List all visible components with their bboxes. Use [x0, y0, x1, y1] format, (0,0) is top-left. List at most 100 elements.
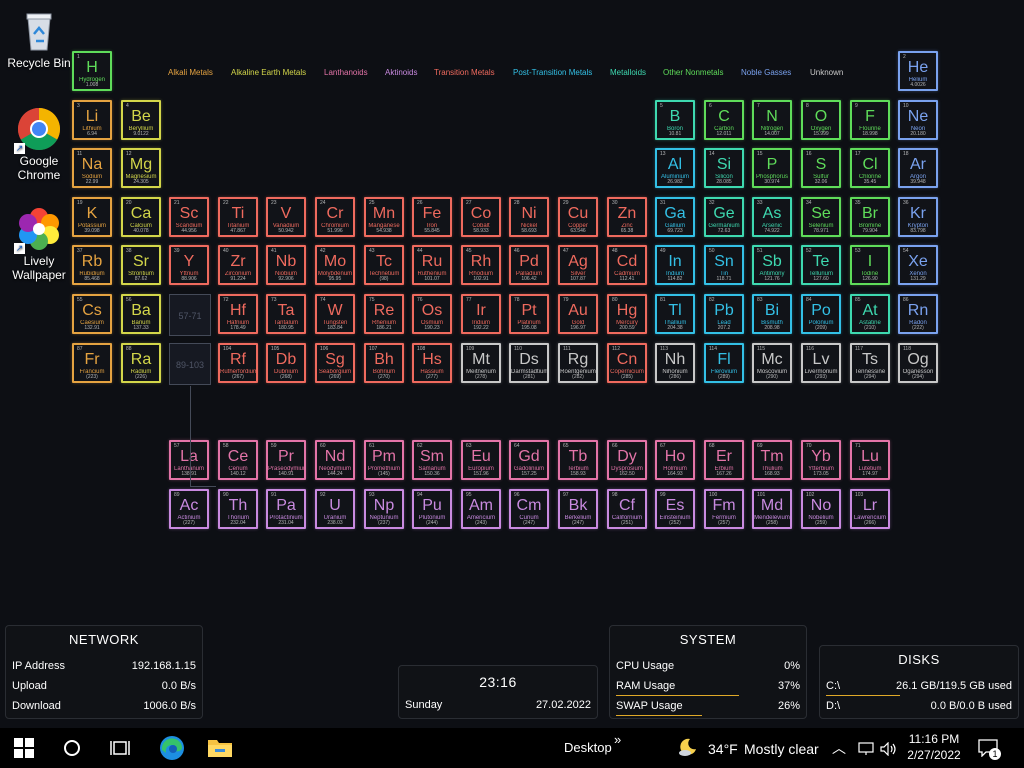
element-tile-p: 15 P Phosphorus 30.974: [752, 148, 792, 188]
toolbar-chevron-icon[interactable]: »: [614, 732, 621, 747]
element-mass: 167.26: [716, 471, 732, 477]
element-symbol: Pu: [422, 497, 442, 514]
element-tile-sm: 62 Sm Samarium 150.36: [412, 440, 452, 480]
notification-center-button[interactable]: 1: [970, 728, 1010, 768]
element-tile-re: 75 Re Rhenium 186.21: [364, 294, 404, 334]
desktop-toolbar-label[interactable]: Desktop: [564, 740, 612, 755]
recycle-bin-icon: [16, 8, 62, 54]
element-mass: 112.41: [619, 276, 635, 282]
element-mass: (145): [378, 471, 390, 477]
disk-c-usage-bar: [826, 695, 900, 696]
taskbar: Desktop » 34°F Mostly clear ︿ 11:16 PM 2…: [0, 728, 1024, 768]
element-tile-ag: 47 Ag Silver 107.87: [558, 245, 598, 285]
element-symbol: Hg: [616, 302, 638, 319]
element-symbol: Tc: [376, 253, 392, 270]
element-tile-te: 52 Te Tellurium 127.60: [801, 245, 841, 285]
element-symbol: Md: [760, 497, 784, 514]
disks-panel: DISKS C:\ 26.1 GB/119.5 GB used D:\ 0.0 …: [819, 645, 1019, 719]
element-symbol: N: [766, 108, 778, 125]
desktop-icon-label: Google Chrome: [17, 154, 61, 182]
element-tile-xe: 54 Xe Xenon 131.29: [898, 245, 938, 285]
element-symbol: Cf: [619, 497, 635, 514]
element-symbol: Pt: [521, 302, 537, 319]
element-symbol: Pr: [278, 448, 294, 465]
element-symbol: Th: [228, 497, 248, 514]
element-tile-cs: 55 Cs Caesium 132.91: [72, 294, 112, 334]
windows-logo-icon: [14, 738, 34, 758]
element-tile-i: 53 I Iodine 126.90: [850, 245, 890, 285]
element-mass: 26.982: [667, 179, 683, 185]
element-tile-li: 3 Li Lithium 6.94: [72, 100, 112, 140]
element-tile-w: 74 W Tungsten 183.84: [315, 294, 355, 334]
element-mass: (98): [379, 276, 389, 282]
element-mass: 158.93: [570, 471, 586, 477]
desktop-icon-lively-wallpaper[interactable]: ↗ Lively Wallpaper: [0, 206, 78, 282]
element-tile-la: 57 La Lanthanum 138.91: [169, 440, 209, 480]
network-status-icon[interactable]: [858, 742, 874, 756]
lively-wallpaper-icon: ↗: [14, 206, 62, 254]
element-tile-b: 5 B Boron 10.81: [655, 100, 695, 140]
element-symbol: Ta: [277, 302, 295, 319]
element-symbol: Be: [131, 108, 151, 125]
network-panel: NETWORK IP Address 192.168.1.15 Upload 0…: [5, 625, 203, 719]
element-tile-h: 1 H Hydrogen 1.008: [72, 51, 112, 91]
element-mass: (268): [280, 374, 292, 380]
show-hidden-icons-chevron-icon[interactable]: ︿: [832, 738, 846, 758]
task-view-button[interactable]: [96, 728, 144, 768]
element-tile-ar: 18 Ar Argon 39.948: [898, 148, 938, 188]
clock-date: 27.02.2022: [535, 699, 591, 711]
element-symbol: Fe: [422, 205, 442, 222]
element-tile-hs: 108 Hs Hassium (277): [412, 343, 452, 383]
system-title: SYSTEM: [679, 632, 737, 647]
element-tile-cn: 112 Cn Copernicium (285): [607, 343, 647, 383]
row-value: 0%: [784, 660, 800, 672]
element-mass: (227): [183, 520, 195, 526]
element-symbol: V: [280, 205, 292, 222]
element-mass: 192.22: [473, 325, 489, 331]
element-symbol: Cd: [616, 253, 638, 270]
element-symbol: Ra: [130, 351, 152, 368]
search-circle-icon: [64, 740, 80, 756]
desktop-icon-recycle-bin[interactable]: Recycle Bin: [0, 8, 78, 70]
desktop-icon-chrome[interactable]: ↗ Google Chrome: [0, 106, 78, 182]
volume-icon[interactable]: [880, 742, 898, 756]
element-symbol: Ti: [231, 205, 245, 222]
element-symbol: Rg: [567, 351, 589, 368]
element-mass: 40.078: [133, 228, 149, 234]
element-symbol: Bk: [568, 497, 588, 514]
edge-icon: [160, 736, 184, 760]
element-tile-mc: 115 Mc Moscovium (290): [752, 343, 792, 383]
taskbar-clock[interactable]: 11:16 PM 2/27/2022: [902, 728, 966, 768]
element-tile-o: 8 O Oxygen 15.999: [801, 100, 841, 140]
start-button[interactable]: [0, 728, 48, 768]
system-row-ram: RAM Usage 37%: [616, 680, 800, 696]
element-symbol: Rh: [470, 253, 492, 270]
disks-title: DISKS: [898, 652, 940, 667]
legend-item: Aktinoids: [385, 68, 418, 77]
element-tile-nd: 60 Nd Neodymium 144.24: [315, 440, 355, 480]
element-symbol: F: [865, 108, 875, 125]
element-tile-at: 85 At Astatine (210): [850, 294, 890, 334]
edge-taskbar-button[interactable]: [148, 728, 196, 768]
legend-item: Lanthanoids: [324, 68, 368, 77]
element-tile-no: 102 No Nobelium (259): [801, 489, 841, 529]
search-button[interactable]: [48, 728, 96, 768]
file-explorer-taskbar-button[interactable]: [196, 728, 244, 768]
element-mass: 140.12: [230, 471, 246, 477]
element-symbol: Mn: [372, 205, 396, 222]
element-tile-ta: 73 Ta Tantalum 180.95: [266, 294, 306, 334]
disk-row-d: D:\ 0.0 B/0.0 B used: [826, 700, 1012, 714]
element-symbol: Ba: [131, 302, 151, 319]
element-symbol: Se: [811, 205, 831, 222]
element-mass: (266): [864, 520, 876, 526]
weather-widget[interactable]: 34°F Mostly clear: [676, 728, 826, 768]
element-mass: 12.011: [716, 131, 732, 137]
element-tile-ti: 22 Ti Titanium 47.867: [218, 197, 258, 237]
element-symbol: Au: [568, 302, 588, 319]
element-symbol: I: [867, 253, 873, 270]
element-mass: (289): [718, 374, 730, 380]
series-connector-line: [190, 386, 191, 486]
element-tile-ts: 117 Ts Tennessine (294): [850, 343, 890, 383]
element-symbol: Si: [716, 156, 732, 173]
element-tile-u: 92 U Uranium 238.03: [315, 489, 355, 529]
